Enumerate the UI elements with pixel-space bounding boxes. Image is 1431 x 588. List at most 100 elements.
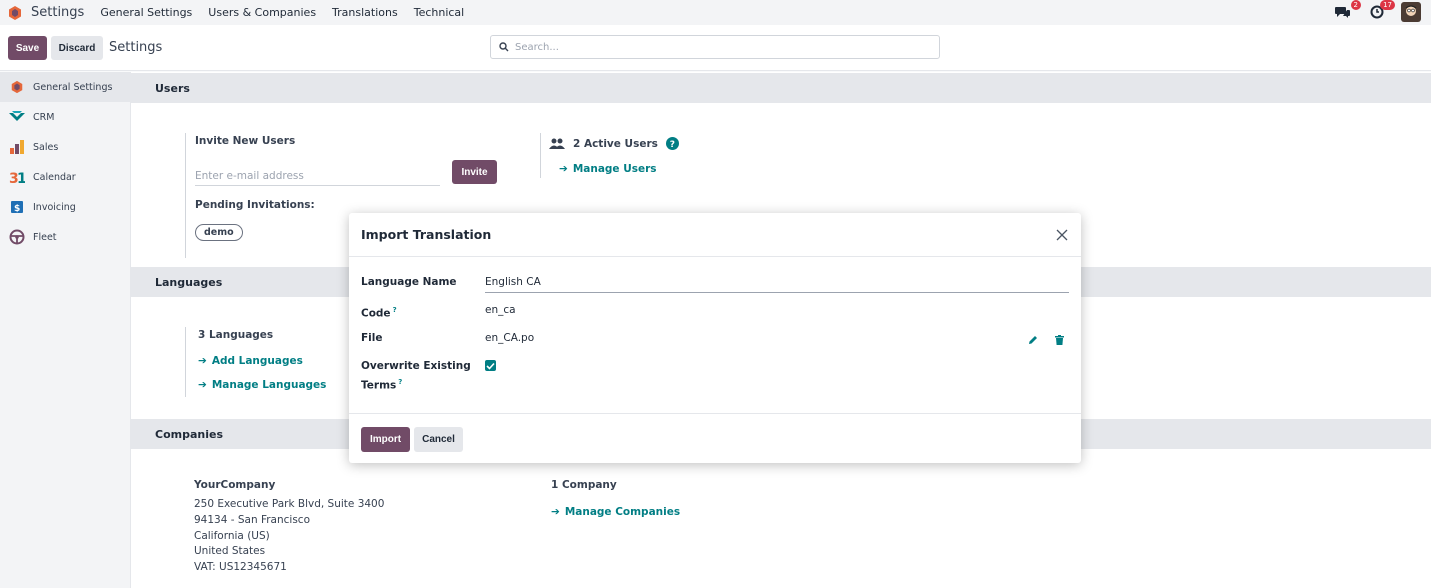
import-translation-dialog: Import Translation Language Name English…: [349, 213, 1081, 463]
language-name-input[interactable]: English CA: [485, 276, 541, 288]
users-icon: [549, 138, 565, 149]
settings-sidebar: General Settings CRM Sales 31 Calendar $…: [0, 72, 131, 588]
pencil-icon: [1029, 336, 1037, 344]
help-icon[interactable]: ?: [665, 137, 679, 150]
overwrite-help[interactable]: ?: [398, 378, 402, 386]
file-value: en_CA.po: [485, 332, 535, 344]
code-help[interactable]: ?: [393, 306, 397, 314]
search-input[interactable]: Search...: [490, 35, 940, 59]
close-button[interactable]: [1053, 226, 1071, 244]
manage-companies-link[interactable]: ➔ Manage Companies: [551, 506, 680, 518]
odoo-logo-icon[interactable]: [7, 5, 23, 21]
avatar[interactable]: [1401, 2, 1421, 22]
page-title: Settings: [109, 40, 163, 55]
manage-users-link[interactable]: ➔ Manage Users: [559, 163, 657, 175]
search-placeholder: Search...: [515, 41, 559, 53]
user-avatar-icon: [1405, 5, 1417, 16]
svg-text:1: 1: [17, 171, 25, 185]
svg-text:?: ?: [670, 140, 675, 150]
sidebar-item-crm[interactable]: CRM: [0, 102, 130, 132]
sales-icon: [9, 139, 25, 155]
arrow-right-icon: ➔: [198, 379, 207, 391]
trash-icon: [1054, 335, 1064, 345]
messages-badge: 2: [1350, 0, 1361, 10]
manage-languages-label: Manage Languages: [211, 379, 327, 391]
cancel-button[interactable]: Cancel: [414, 427, 463, 452]
manage-companies-label: Manage Companies: [564, 506, 681, 518]
company-address: 250 Executive Park Blvd, Suite 3400 9413…: [194, 497, 384, 576]
address-line: 250 Executive Park Blvd, Suite 3400: [194, 498, 385, 510]
save-button[interactable]: Save: [8, 36, 47, 60]
sidebar-item-calendar[interactable]: 31 Calendar: [0, 162, 130, 192]
sidebar-item-label: Calendar: [33, 171, 76, 183]
overwrite-label-line1: Overwrite Existing: [361, 360, 471, 372]
general-settings-icon: [9, 79, 25, 95]
sidebar-item-general-settings[interactable]: General Settings: [0, 72, 130, 102]
activities-badge: 17: [1380, 0, 1395, 10]
users-section-header: Users: [131, 73, 1431, 103]
invoicing-icon: $: [9, 199, 25, 215]
delete-file-button[interactable]: [1053, 334, 1065, 346]
code-value: en_ca: [485, 304, 516, 316]
dialog-footer: Import Cancel: [349, 413, 1081, 463]
svg-text:$: $: [14, 204, 20, 214]
menu-translations[interactable]: Translations: [332, 6, 398, 19]
address-line: 94134 - San Francisco: [194, 513, 310, 526]
sidebar-item-label: Sales: [33, 141, 59, 153]
sidebar-item-label: Fleet: [33, 231, 57, 243]
manage-users-label: Manage Users: [572, 163, 657, 175]
companies-count: 1 Company: [551, 479, 617, 491]
discard-button[interactable]: Discard: [51, 36, 103, 60]
email-field[interactable]: Enter e-mail address: [195, 170, 304, 182]
arrow-right-icon: ➔: [559, 163, 568, 175]
company-name: YourCompany: [194, 479, 276, 491]
dialog-title: Import Translation: [361, 227, 492, 242]
invite-button[interactable]: Invite: [452, 160, 497, 184]
add-languages-label: Add Languages: [211, 355, 303, 367]
sidebar-item-label: Invoicing: [33, 201, 76, 213]
languages-count: 3 Languages: [198, 329, 274, 341]
sidebar-item-fleet[interactable]: Fleet: [0, 222, 130, 252]
arrow-right-icon: ➔: [551, 506, 560, 518]
active-users-count: 2 Active Users: [573, 137, 658, 150]
overwrite-checkbox[interactable]: [485, 360, 496, 371]
language-name-label: Language Name: [361, 276, 457, 288]
add-languages-link[interactable]: ➔ Add Languages: [198, 355, 303, 367]
import-button[interactable]: Import: [361, 427, 410, 452]
manage-languages-link[interactable]: ➔ Manage Languages: [198, 379, 326, 391]
invite-title: Invite New Users: [195, 135, 296, 147]
file-label: File: [361, 332, 383, 344]
control-panel: Save Discard Settings Search...: [0, 25, 1431, 71]
edit-file-button[interactable]: [1027, 334, 1039, 346]
menu-users-companies[interactable]: Users & Companies: [208, 6, 316, 19]
fleet-icon: [9, 229, 25, 245]
dialog-header: Import Translation: [349, 213, 1081, 257]
code-label: Code?: [361, 303, 397, 322]
menu-technical[interactable]: Technical: [414, 6, 465, 19]
address-line: United States: [194, 545, 266, 558]
calendar-icon: 31: [9, 169, 25, 185]
active-users-row: 2 Active Users ?: [549, 137, 679, 150]
pending-title: Pending Invitations:: [195, 199, 315, 211]
address-line: VAT: US12345671: [194, 561, 287, 574]
top-navbar: Settings General Settings Users & Compan…: [0, 0, 1431, 25]
sidebar-item-invoicing[interactable]: $ Invoicing: [0, 192, 130, 222]
email-underline: [195, 185, 440, 186]
checkmark-icon: [486, 362, 495, 370]
address-line: California (US): [194, 529, 270, 542]
sidebar-item-sales[interactable]: Sales: [0, 132, 130, 162]
pending-invitation-chip[interactable]: demo: [195, 224, 243, 241]
overwrite-label: Overwrite Existing Terms?: [361, 359, 471, 394]
activities-button[interactable]: 17: [1367, 0, 1395, 22]
app-name[interactable]: Settings: [31, 5, 84, 20]
messages-button[interactable]: 2: [1333, 0, 1361, 22]
code-label-text: Code: [361, 307, 391, 320]
close-icon: [1056, 229, 1068, 241]
sidebar-item-label: CRM: [33, 111, 55, 123]
menu-general-settings[interactable]: General Settings: [100, 6, 192, 19]
sidebar-item-label: General Settings: [33, 81, 113, 93]
arrow-right-icon: ➔: [198, 355, 207, 367]
company-box: YourCompany 250 Executive Park Blvd, Sui…: [185, 477, 485, 587]
language-name-underline: [485, 292, 1069, 293]
chat-icon: [1335, 7, 1350, 18]
